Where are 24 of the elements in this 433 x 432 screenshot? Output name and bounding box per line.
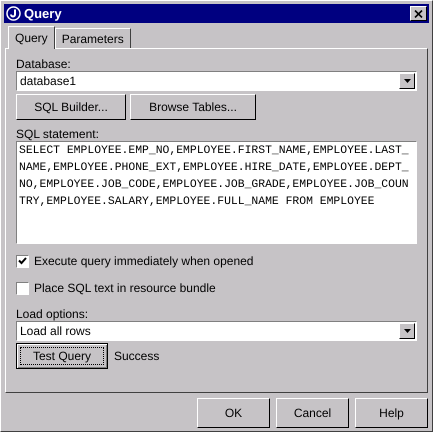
dropdown-field[interactable]: database1 bbox=[16, 71, 417, 91]
dropdown-arrow-icon bbox=[404, 329, 410, 333]
checkbox[interactable] bbox=[16, 254, 29, 268]
checkbox-label: Execute query immediately when opened bbox=[34, 253, 254, 270]
close-button[interactable] bbox=[410, 6, 427, 21]
dialog-button[interactable]: OK bbox=[197, 398, 270, 428]
sql-text-area[interactable]: SELECT EMPLOYEE.EMP_NO,EMPLOYEE.FIRST_NAME,EMPLOYEE.LAST_NAME,EMPLOYEE.PHONE_EXT,EMPLOYEE.HIRE_DATE,EMPLOYEE.DEPT_NO,EMPLOYEE.JOB_CODE,EMPLOYEE.JOB_GRADE,EMPLOYEE.JOB_COUNTRY,EMPLOYEE.SALARY,EMPLOYEE.FULL_NAME FROM EMPLOYEE bbox=[16, 141, 417, 244]
dialog-button[interactable]: Help bbox=[355, 398, 428, 428]
field-label: Load options: bbox=[16, 306, 90, 321]
close-icon bbox=[414, 10, 423, 18]
field-label: SQL statement: bbox=[16, 126, 100, 141]
dialog-button[interactable]: Browse Tables... bbox=[130, 94, 256, 120]
status-text: Success bbox=[114, 348, 160, 365]
tab[interactable]: Parameters bbox=[54, 28, 131, 48]
tab[interactable]: Query bbox=[8, 26, 55, 49]
dialog-button[interactable]: SQL Builder... bbox=[16, 94, 126, 120]
dropdown-field[interactable]: Load all rows bbox=[16, 321, 417, 341]
checkbox[interactable] bbox=[16, 282, 29, 294]
dialog-button[interactable]: Cancel bbox=[276, 398, 349, 428]
window-title: Query bbox=[24, 4, 63, 23]
checkbox-label: Place SQL text in resource bundle bbox=[34, 280, 216, 297]
field-label: Database: bbox=[16, 56, 72, 71]
dropdown-arrow-icon bbox=[404, 79, 410, 83]
test-query-button[interactable]: Test Query bbox=[16, 343, 108, 369]
